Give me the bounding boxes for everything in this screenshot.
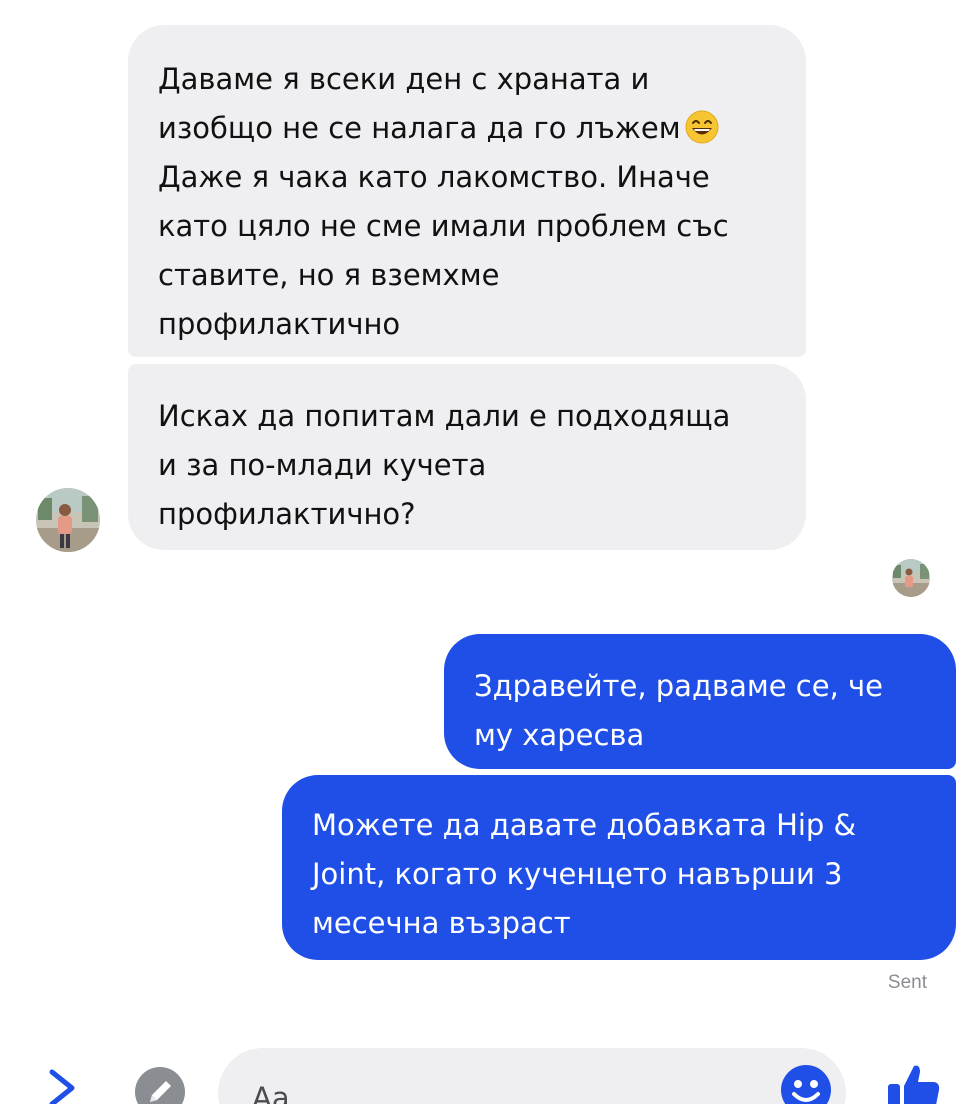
avatar-photo-icon bbox=[892, 559, 930, 597]
message-input[interactable] bbox=[252, 1076, 772, 1104]
message-line: месечна възраст bbox=[312, 906, 571, 940]
outgoing-message-bubble[interactable]: Здравейте, радваме се, че му харесва bbox=[444, 634, 956, 769]
avatar-photo-icon bbox=[36, 488, 100, 552]
delivery-status: Sent bbox=[887, 972, 927, 993]
seen-by-avatar bbox=[892, 559, 930, 597]
message-line: като цяло не сме имали проблем със bbox=[158, 209, 729, 243]
incoming-message-bubble[interactable]: Даваме я всеки ден с храната и изобщо не… bbox=[128, 25, 806, 357]
message-line: ставите, но я вземхме bbox=[158, 258, 500, 292]
message-line: Можете да давате добавката Hip & bbox=[312, 808, 857, 842]
message-line: Исках да попитам дали е подходяща bbox=[158, 399, 731, 433]
chevron-right-icon[interactable] bbox=[44, 1068, 80, 1104]
smile-icon[interactable] bbox=[780, 1064, 832, 1104]
message-line: Здравейте, радваме се, че bbox=[474, 669, 884, 703]
message-line: му харесва bbox=[474, 718, 645, 752]
message-line: профилактично bbox=[158, 307, 401, 341]
message-line: и за по-млади кучета bbox=[158, 448, 487, 482]
incoming-message-bubble[interactable]: Исках да попитам дали е подходяща и за п… bbox=[128, 364, 806, 550]
outgoing-message-bubble[interactable]: Можете да давате добавката Hip & Joint, … bbox=[282, 775, 956, 960]
message-line: Даваме я всеки ден с храната и bbox=[158, 62, 650, 96]
message-composer[interactable] bbox=[218, 1048, 846, 1104]
message-line: профилактично? bbox=[158, 497, 416, 531]
message-line-text: изобщо не се налага да го лъжем bbox=[158, 111, 681, 145]
pencil-icon[interactable] bbox=[134, 1066, 186, 1104]
message-line: изобщо не се налага да го лъжем bbox=[158, 104, 776, 153]
message-line: Даже я чака като лакомство. Иначе bbox=[158, 160, 710, 194]
message-line: Joint, когато кученцето навърши 3 bbox=[312, 857, 843, 891]
grinning-emoji-icon bbox=[685, 110, 719, 144]
sender-avatar[interactable] bbox=[36, 488, 100, 552]
thumbs-up-icon[interactable] bbox=[884, 1060, 942, 1104]
